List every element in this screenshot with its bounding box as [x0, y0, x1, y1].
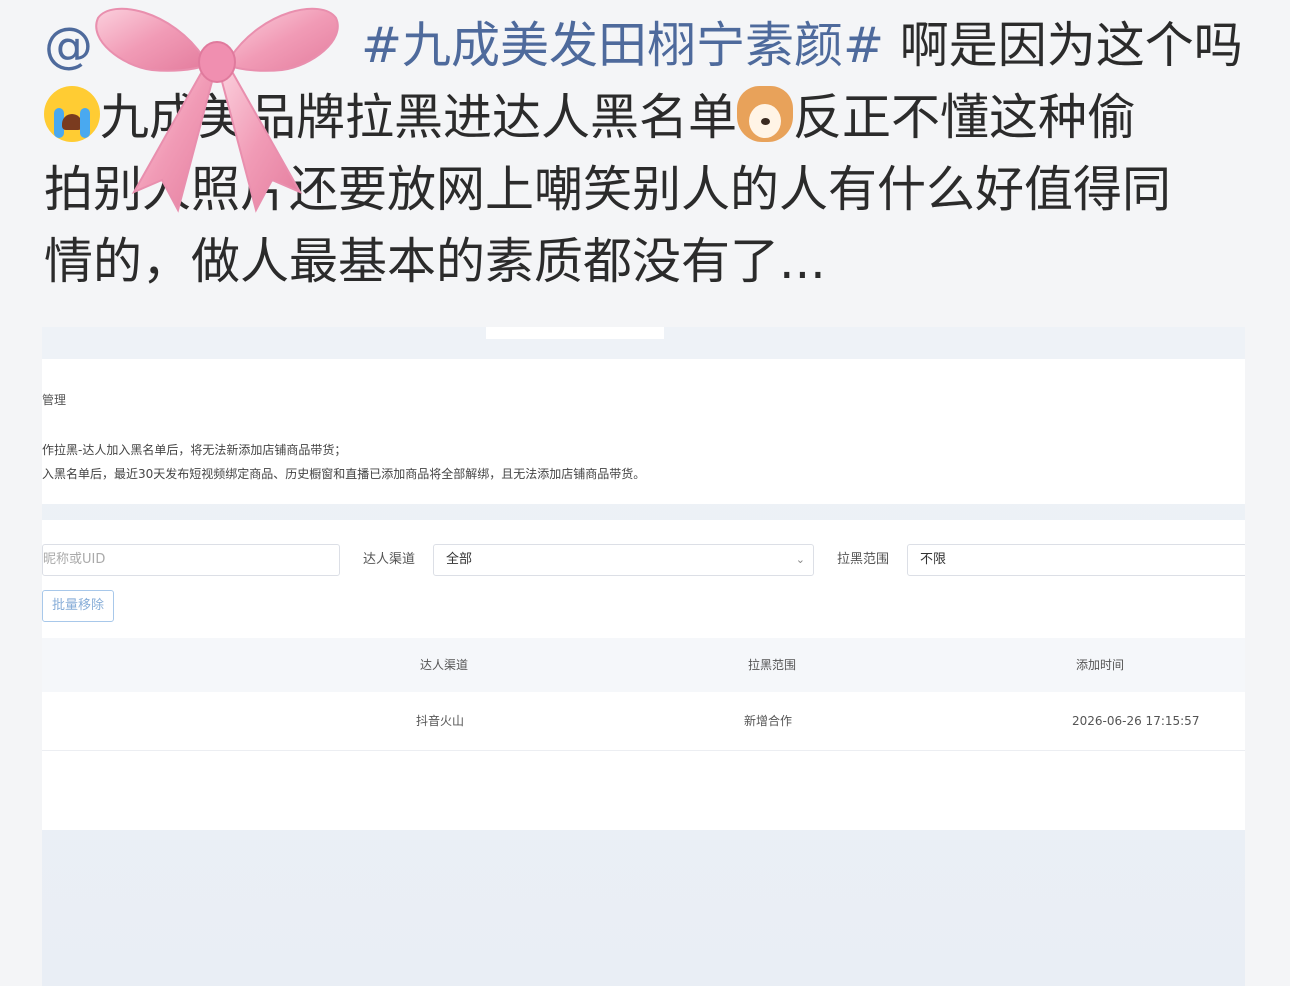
topic-hashtag[interactable]: #九成美发田栩宁素颜# [361, 17, 884, 74]
table-cell: 2026-06-26 17:15:57 [1072, 714, 1200, 728]
column-header: 达人渠道 [420, 658, 469, 672]
channel-select-value: 全部 [446, 552, 473, 567]
post-line-4: 情的，做人最基本的素质都没有了... [44, 233, 826, 290]
user-mention[interactable]: @ [44, 17, 93, 74]
blacklist-screenshot: 管理 作拉黑-达人加入黑名单后，将无法新添加店铺商品带货； 入黑名单后，最近30… [42, 327, 1245, 986]
table-row[interactable]: 抖音火山 新增合作 2026-06-26 17:15:57 [42, 692, 1245, 751]
table-header: 达人渠道 拉黑范围 添加时间 [42, 638, 1245, 692]
column-header: 添加时间 [1076, 658, 1125, 672]
blacklist-panel: 昵称或UID 达人渠道 全部 ⌄ 拉黑范围 不限 批量移除 达人渠道 拉黑范围 … [42, 520, 1245, 830]
weibo-post: @ #九成美发田栩宁素颜# 啊是因为这个吗 九成美品牌拉黑进达人黑名单 反正不懂这种… [0, 0, 1290, 986]
post-text-segment: 啊是因为这个吗 [884, 17, 1243, 74]
notice-title: 管理 [42, 393, 67, 407]
dog-face-icon [737, 86, 794, 142]
channel-select[interactable]: 全部 ⌄ [433, 544, 814, 576]
range-select-value: 不限 [920, 552, 947, 567]
screenshot-tab [486, 327, 664, 339]
channel-label: 达人渠道 [363, 552, 416, 567]
column-header: 拉黑范围 [748, 658, 797, 672]
pink-bow-icon [95, 7, 339, 213]
chevron-down-icon: ⌄ [795, 553, 805, 566]
batch-remove-button[interactable]: 批量移除 [42, 590, 114, 622]
notice-line: 入黑名单后，最近30天发布短视频绑定商品、历史橱窗和直播已添加商品将全部解绑，且… [42, 467, 646, 481]
search-input[interactable]: 昵称或UID [42, 544, 340, 576]
table-cell: 新增合作 [744, 714, 793, 728]
notice-panel: 管理 作拉黑-达人加入黑名单后，将无法新添加店铺商品带货； 入黑名单后，最近30… [42, 359, 1245, 504]
range-label: 拉黑范围 [837, 552, 890, 567]
notice-line: 作拉黑-达人加入黑名单后，将无法新添加店铺商品带货； [42, 443, 347, 457]
range-select[interactable]: 不限 [907, 544, 1245, 576]
table-cell: 抖音火山 [416, 714, 465, 728]
post-text-segment: 反正不懂这种偷 [793, 89, 1137, 146]
